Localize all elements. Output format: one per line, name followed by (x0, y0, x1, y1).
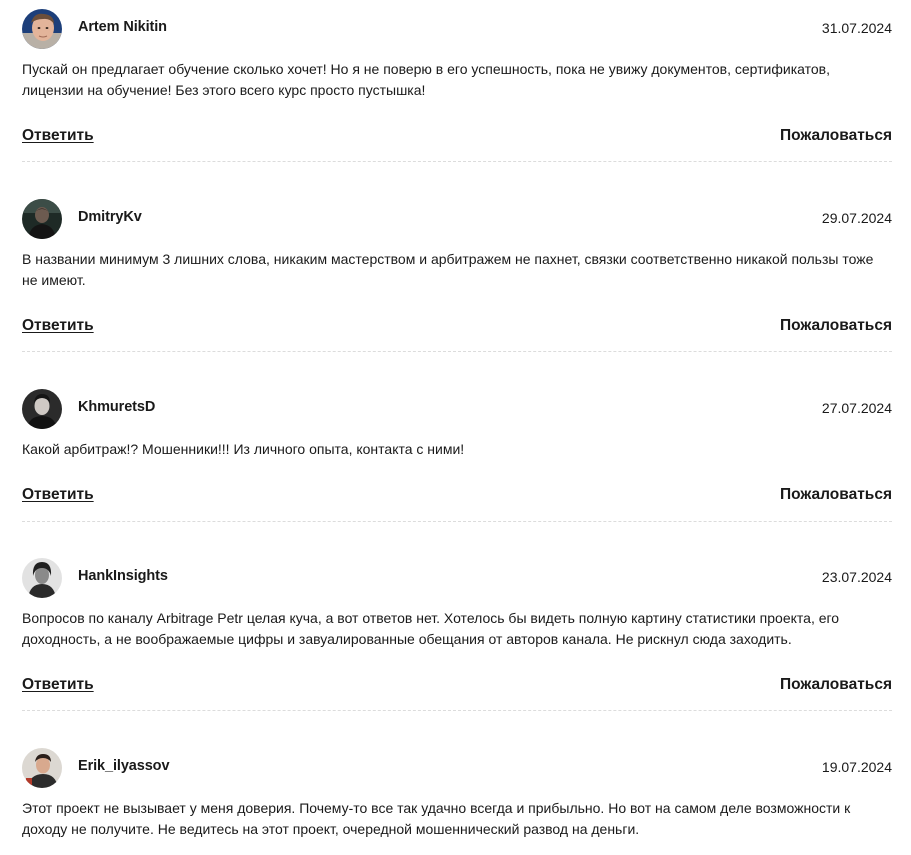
comment-item: Erik_ilyassov 19.07.2024 Этот проект не … (22, 748, 892, 848)
comment-item: DmitryKv 29.07.2024 В названии минимум 3… (22, 199, 892, 354)
comment-date: 23.07.2024 (821, 569, 892, 585)
user-photo-icon (22, 9, 62, 49)
avatar[interactable] (22, 748, 62, 788)
comment-actions: Ответить Пожаловаться (22, 676, 892, 696)
comment-header: DmitryKv 29.07.2024 (22, 199, 892, 239)
comment-text: Какой арбитраж!? Мошенники!!! Из личного… (22, 441, 465, 457)
user-photo-icon (22, 389, 62, 429)
comment-author: Artem Nikitin (78, 19, 167, 35)
comment-divider (22, 351, 892, 352)
comment-text: Пускай он предлагает обучение сколько хо… (22, 61, 830, 98)
user-photo-icon (22, 558, 62, 598)
avatar[interactable] (22, 558, 62, 598)
comment-header: HankInsights 23.07.2024 (22, 558, 892, 598)
comment-header: KhmuretsD 27.07.2024 (22, 389, 892, 429)
comment-date: 19.07.2024 (821, 759, 892, 775)
comment-author: DmitryKv (78, 209, 142, 225)
comment-text: Вопросов по каналу Arbitrage Petr целая … (22, 610, 840, 647)
comment-actions: Ответить Пожаловаться (22, 127, 892, 147)
user-photo-icon (22, 199, 62, 239)
comment-header: Erik_ilyassov 19.07.2024 (22, 748, 892, 788)
comment-divider (22, 710, 892, 711)
report-link[interactable]: Пожаловаться (780, 317, 892, 335)
comment-author: Erik_ilyassov (78, 758, 170, 774)
reply-link[interactable]: Ответить (22, 317, 94, 335)
comment-header: Artem Nikitin 31.07.2024 (22, 9, 892, 49)
comment-actions: Ответить Пожаловаться (22, 317, 892, 337)
comment-divider (22, 521, 892, 522)
comment-date: 29.07.2024 (821, 210, 892, 226)
comment-date: 31.07.2024 (821, 20, 892, 36)
report-link[interactable]: Пожаловаться (780, 127, 892, 145)
comment-item: KhmuretsD 27.07.2024 Какой арбитраж!? Мо… (22, 389, 892, 524)
avatar[interactable] (22, 199, 62, 239)
comment-text: Этот проект не вызывает у меня доверия. … (22, 800, 851, 837)
avatar[interactable] (22, 9, 62, 49)
report-link[interactable]: Пожаловаться (780, 486, 892, 504)
comment-date: 27.07.2024 (821, 400, 892, 416)
user-photo-icon (22, 748, 62, 788)
comment-text: В названии минимум 3 лишних слова, никак… (22, 251, 874, 288)
reply-link[interactable]: Ответить (22, 486, 94, 504)
comment-author: KhmuretsD (78, 399, 156, 415)
comment-item: HankInsights 23.07.2024 Вопросов по кана… (22, 558, 892, 713)
reply-link[interactable]: Ответить (22, 676, 94, 694)
comment-actions: Ответить Пожаловаться (22, 486, 892, 506)
report-link[interactable]: Пожаловаться (780, 676, 892, 694)
comment-author: HankInsights (78, 568, 168, 584)
comment-divider (22, 161, 892, 162)
comment-item: Artem Nikitin 31.07.2024 Пускай он предл… (22, 9, 892, 164)
reply-link[interactable]: Ответить (22, 127, 94, 145)
avatar[interactable] (22, 389, 62, 429)
